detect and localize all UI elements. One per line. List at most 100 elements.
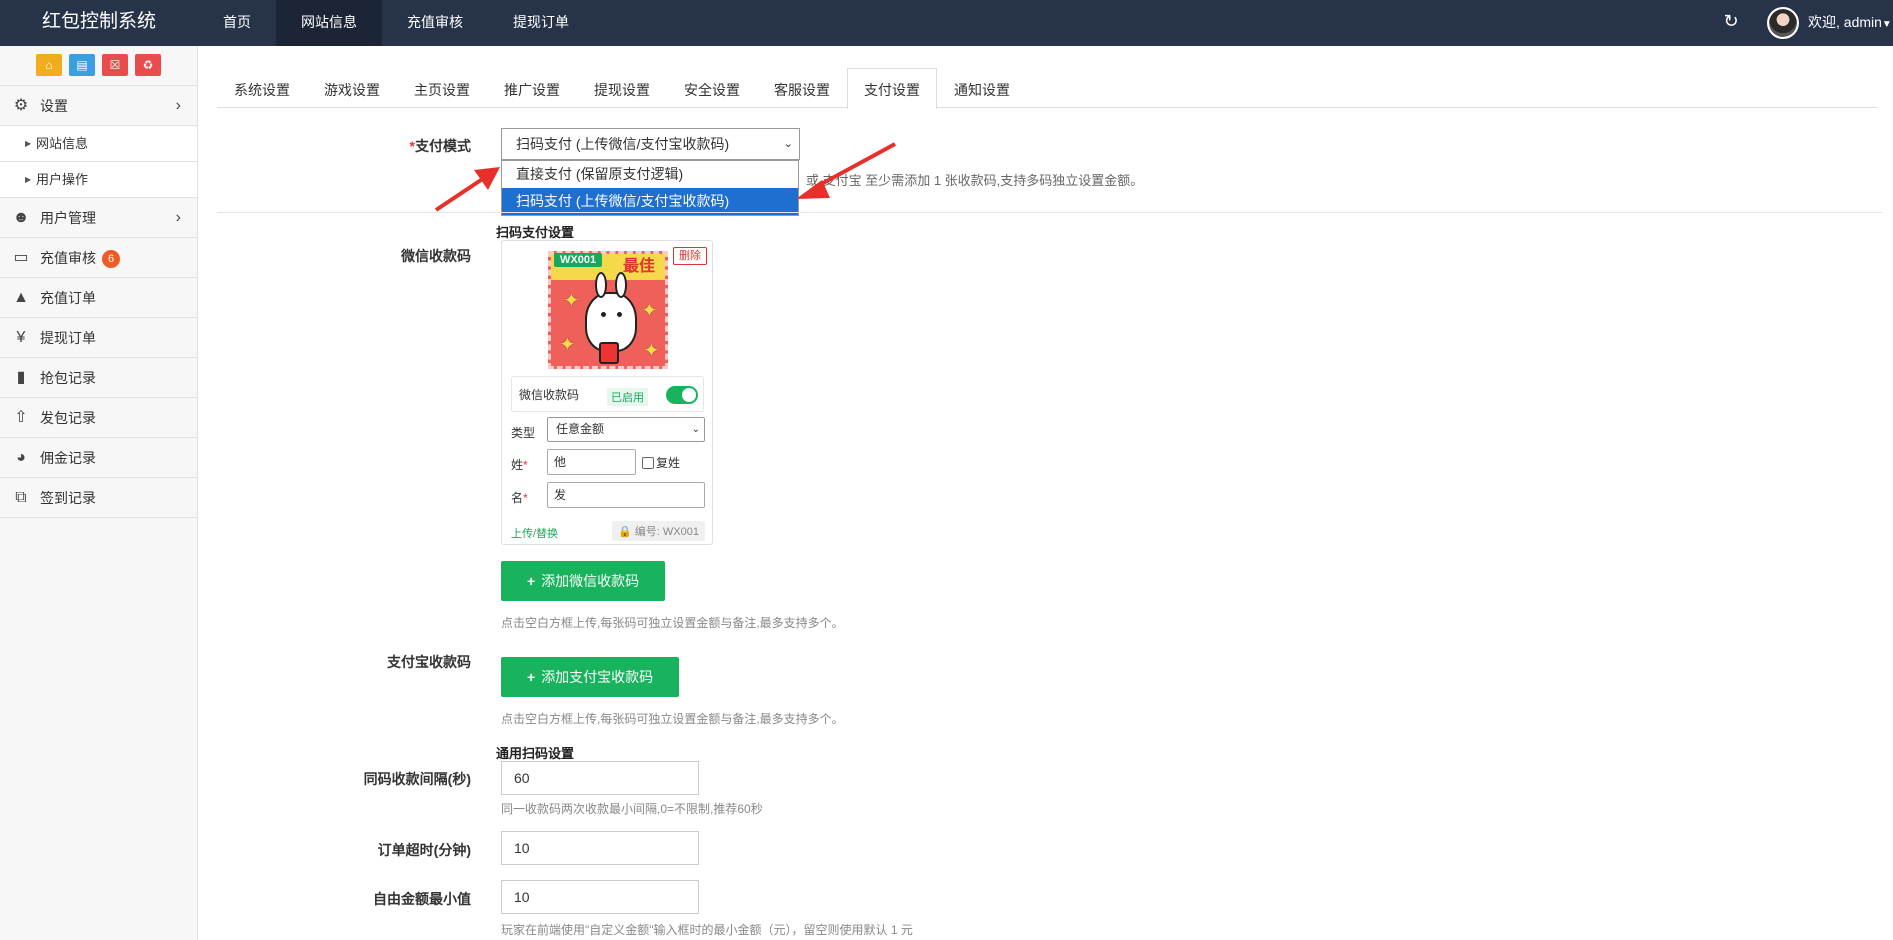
red-envelope-illustration <box>599 342 619 364</box>
top-navbar: 红包控制系统 首页 网站信息 充值审核 提现订单 ↻ 欢迎, admin▼ <box>0 0 1893 46</box>
alipay-hint: 点击空白方框上传,每张码可独立设置金额与备注,最多支持多个。 <box>501 712 844 726</box>
sidebar-subitem-label: 网站信息 <box>36 136 89 151</box>
add-alipay-qr-button[interactable]: + 添加支付宝收款码 <box>501 657 680 697</box>
tab-system[interactable]: 系统设置 <box>217 68 307 108</box>
divider <box>217 212 1882 213</box>
tab-security[interactable]: 安全设置 <box>667 68 757 108</box>
tab-customer-service[interactable]: 客服设置 <box>757 68 847 108</box>
trash-icon[interactable]: ☒ <box>102 54 128 76</box>
sidebar-item-recharge-review[interactable]: ▭ 充值审核 6 <box>0 238 197 278</box>
sidebar-subitem-user-ops[interactable]: ▶ 用户操作 <box>0 162 197 198</box>
area-chart-icon: ▲ <box>13 289 29 306</box>
pay-mode-label: *支付模式 <box>409 138 471 154</box>
sidebar-item-label: 设置 <box>40 98 68 114</box>
nav-recharge-review[interactable]: 充值审核 <box>382 0 488 46</box>
given-name-label: 名* <box>511 491 528 505</box>
interval-hint: 同一收款码两次收款最小间隔,0=不限制,推荐60秒 <box>501 802 763 816</box>
serial-number: 🔒 编号: WX001 <box>612 521 705 541</box>
alipay-qr-label: 支付宝收款码 <box>387 654 471 670</box>
interval-input[interactable]: 60 <box>501 761 699 795</box>
plus-icon: + <box>527 573 536 589</box>
sidebar-item-label: 用户管理 <box>40 210 96 226</box>
delete-button[interactable]: 删除 <box>673 247 707 265</box>
tab-homepage[interactable]: 主页设置 <box>397 68 487 108</box>
pay-mode-select[interactable]: 扫码支付 (上传微信/支付宝收款码) ⌄ <box>501 128 800 160</box>
yen-icon: ¥ <box>16 329 26 346</box>
gears-icon: ⚙ <box>13 97 29 114</box>
nav-home[interactable]: 首页 <box>198 0 276 46</box>
caret-right-icon: ▶ <box>25 175 32 184</box>
qr-code-card: 最佳 ✦ ✦ ✦ ✦ WX001 删除 微信收款码 已启用 类型 任意金额 ⌄ … <box>501 240 713 545</box>
tab-payment[interactable]: 支付设置 <box>847 68 937 109</box>
tab-promotion[interactable]: 推广设置 <box>487 68 577 108</box>
sidebar-item-label: 提现订单 <box>40 330 96 346</box>
sidebar-item-grab-records[interactable]: ▮ 抢包记录 <box>0 358 197 398</box>
given-name-input[interactable]: 发 <box>547 482 705 508</box>
quick-actions: ⌂ ▤ ☒ ♻ <box>0 46 197 86</box>
pay-mode-option-direct[interactable]: 直接支付 (保留原支付逻辑) <box>502 161 798 188</box>
pay-mode-option-scan[interactable]: 扫码支付 (上传微信/支付宝收款码) <box>502 188 798 215</box>
surname-label: 姓* <box>511 458 528 472</box>
min-amount-input[interactable]: 10 <box>501 880 699 914</box>
sidebar-item-label: 佣金记录 <box>40 450 96 466</box>
home-icon[interactable]: ⌂ <box>36 54 62 76</box>
min-amount-hint: 玩家在前端使用"自定义金额"输入框时的最小金额（元），留空则使用默认 1 元 <box>501 923 913 937</box>
nav-withdraw-orders[interactable]: 提现订单 <box>488 0 594 46</box>
sidebar-item-recharge-orders[interactable]: ▲ 充值订单 <box>0 278 197 318</box>
general-section-title: 通用扫码设置 <box>496 746 575 761</box>
sidebar-item-label: 抢包记录 <box>40 370 96 386</box>
chevron-down-icon: ⌄ <box>783 138 793 150</box>
compound-surname-checkbox[interactable]: 复姓 <box>642 454 680 471</box>
qr-name: 微信收款码 <box>519 388 580 402</box>
qr-status-row: 微信收款码 已启用 <box>511 376 704 412</box>
recycle-icon[interactable]: ♻ <box>135 54 161 76</box>
sidebar-item-checkin-records[interactable]: ⧉ 签到记录 <box>0 478 197 518</box>
sidebar-subitem-site-info[interactable]: ▶ 网站信息 <box>0 126 197 162</box>
nav-site-info[interactable]: 网站信息 <box>276 0 382 46</box>
enable-toggle[interactable] <box>666 386 698 404</box>
plus-icon: + <box>527 669 536 685</box>
upload-icon: ⇧ <box>14 409 28 426</box>
min-amount-label: 自由金额最小值 <box>373 891 471 907</box>
pie-chart-icon: ◕ <box>16 449 26 466</box>
qr-code-image[interactable]: 最佳 ✦ ✦ ✦ ✦ <box>548 251 668 369</box>
chevron-down-icon: ⌄ <box>691 424 700 435</box>
sidebar-item-label: 充值审核 <box>40 250 96 266</box>
file-icon[interactable]: ▤ <box>69 54 95 76</box>
sidebar-item-settings[interactable]: ⚙ 设置 › <box>0 86 197 126</box>
avatar[interactable] <box>1767 7 1799 39</box>
brand-title[interactable]: 红包控制系统 <box>0 0 198 46</box>
type-select[interactable]: 任意金额 ⌄ <box>547 417 705 442</box>
tab-withdraw[interactable]: 提现设置 <box>577 68 667 108</box>
welcome-text: 欢迎, admin <box>1808 14 1882 30</box>
clone-icon: ⧉ <box>15 489 27 506</box>
sidebar-item-label: 充值订单 <box>40 290 96 306</box>
caret-down-icon: ▼ <box>1881 19 1892 30</box>
top-nav: 首页 网站信息 充值审核 提现订单 <box>198 0 594 46</box>
surname-input[interactable]: 他 <box>547 449 636 475</box>
refresh-icon[interactable]: ↻ <box>1720 10 1742 32</box>
add-wechat-qr-button[interactable]: + 添加微信收款码 <box>501 561 666 601</box>
sidebar-item-send-records[interactable]: ⇧ 发包记录 <box>0 398 197 438</box>
sidebar-item-label: 签到记录 <box>40 490 96 506</box>
tab-notification[interactable]: 通知设置 <box>937 68 1027 108</box>
sparkle-icon: ✦ <box>563 290 580 312</box>
main-content: 系统设置 游戏设置 主页设置 推广设置 提现设置 安全设置 客服设置 支付设置 … <box>199 46 1893 940</box>
pay-mode-hint: 或 支付宝 至少需添加 1 张收款码,支持多码独立设置金额。 <box>806 173 1144 188</box>
sidebar-item-withdraw-orders[interactable]: ¥ 提现订单 <box>0 318 197 358</box>
qr-code-tag: WX001 <box>554 253 603 267</box>
user-menu[interactable]: 欢迎, admin▼ <box>1808 0 1892 47</box>
scan-section-title: 扫码支付设置 <box>496 225 575 240</box>
sidebar-item-commission-records[interactable]: ◕ 佣金记录 <box>0 438 197 478</box>
sparkle-icon: ✦ <box>641 300 658 322</box>
monitor-icon: ▭ <box>13 249 29 266</box>
type-selected: 任意金额 <box>556 422 605 436</box>
timeout-input[interactable]: 10 <box>501 831 699 865</box>
upload-replace-link[interactable]: 上传/替换 <box>511 525 558 541</box>
tab-game[interactable]: 游戏设置 <box>307 68 397 108</box>
sidebar-item-user-management[interactable]: ☻ 用户管理 › <box>0 198 197 238</box>
caret-right-icon: ▶ <box>25 139 32 148</box>
bar-chart-icon: ▮ <box>16 369 26 386</box>
lock-icon: 🔒 <box>618 526 632 538</box>
pay-mode-dropdown: 直接支付 (保留原支付逻辑) 扫码支付 (上传微信/支付宝收款码) <box>501 160 799 216</box>
